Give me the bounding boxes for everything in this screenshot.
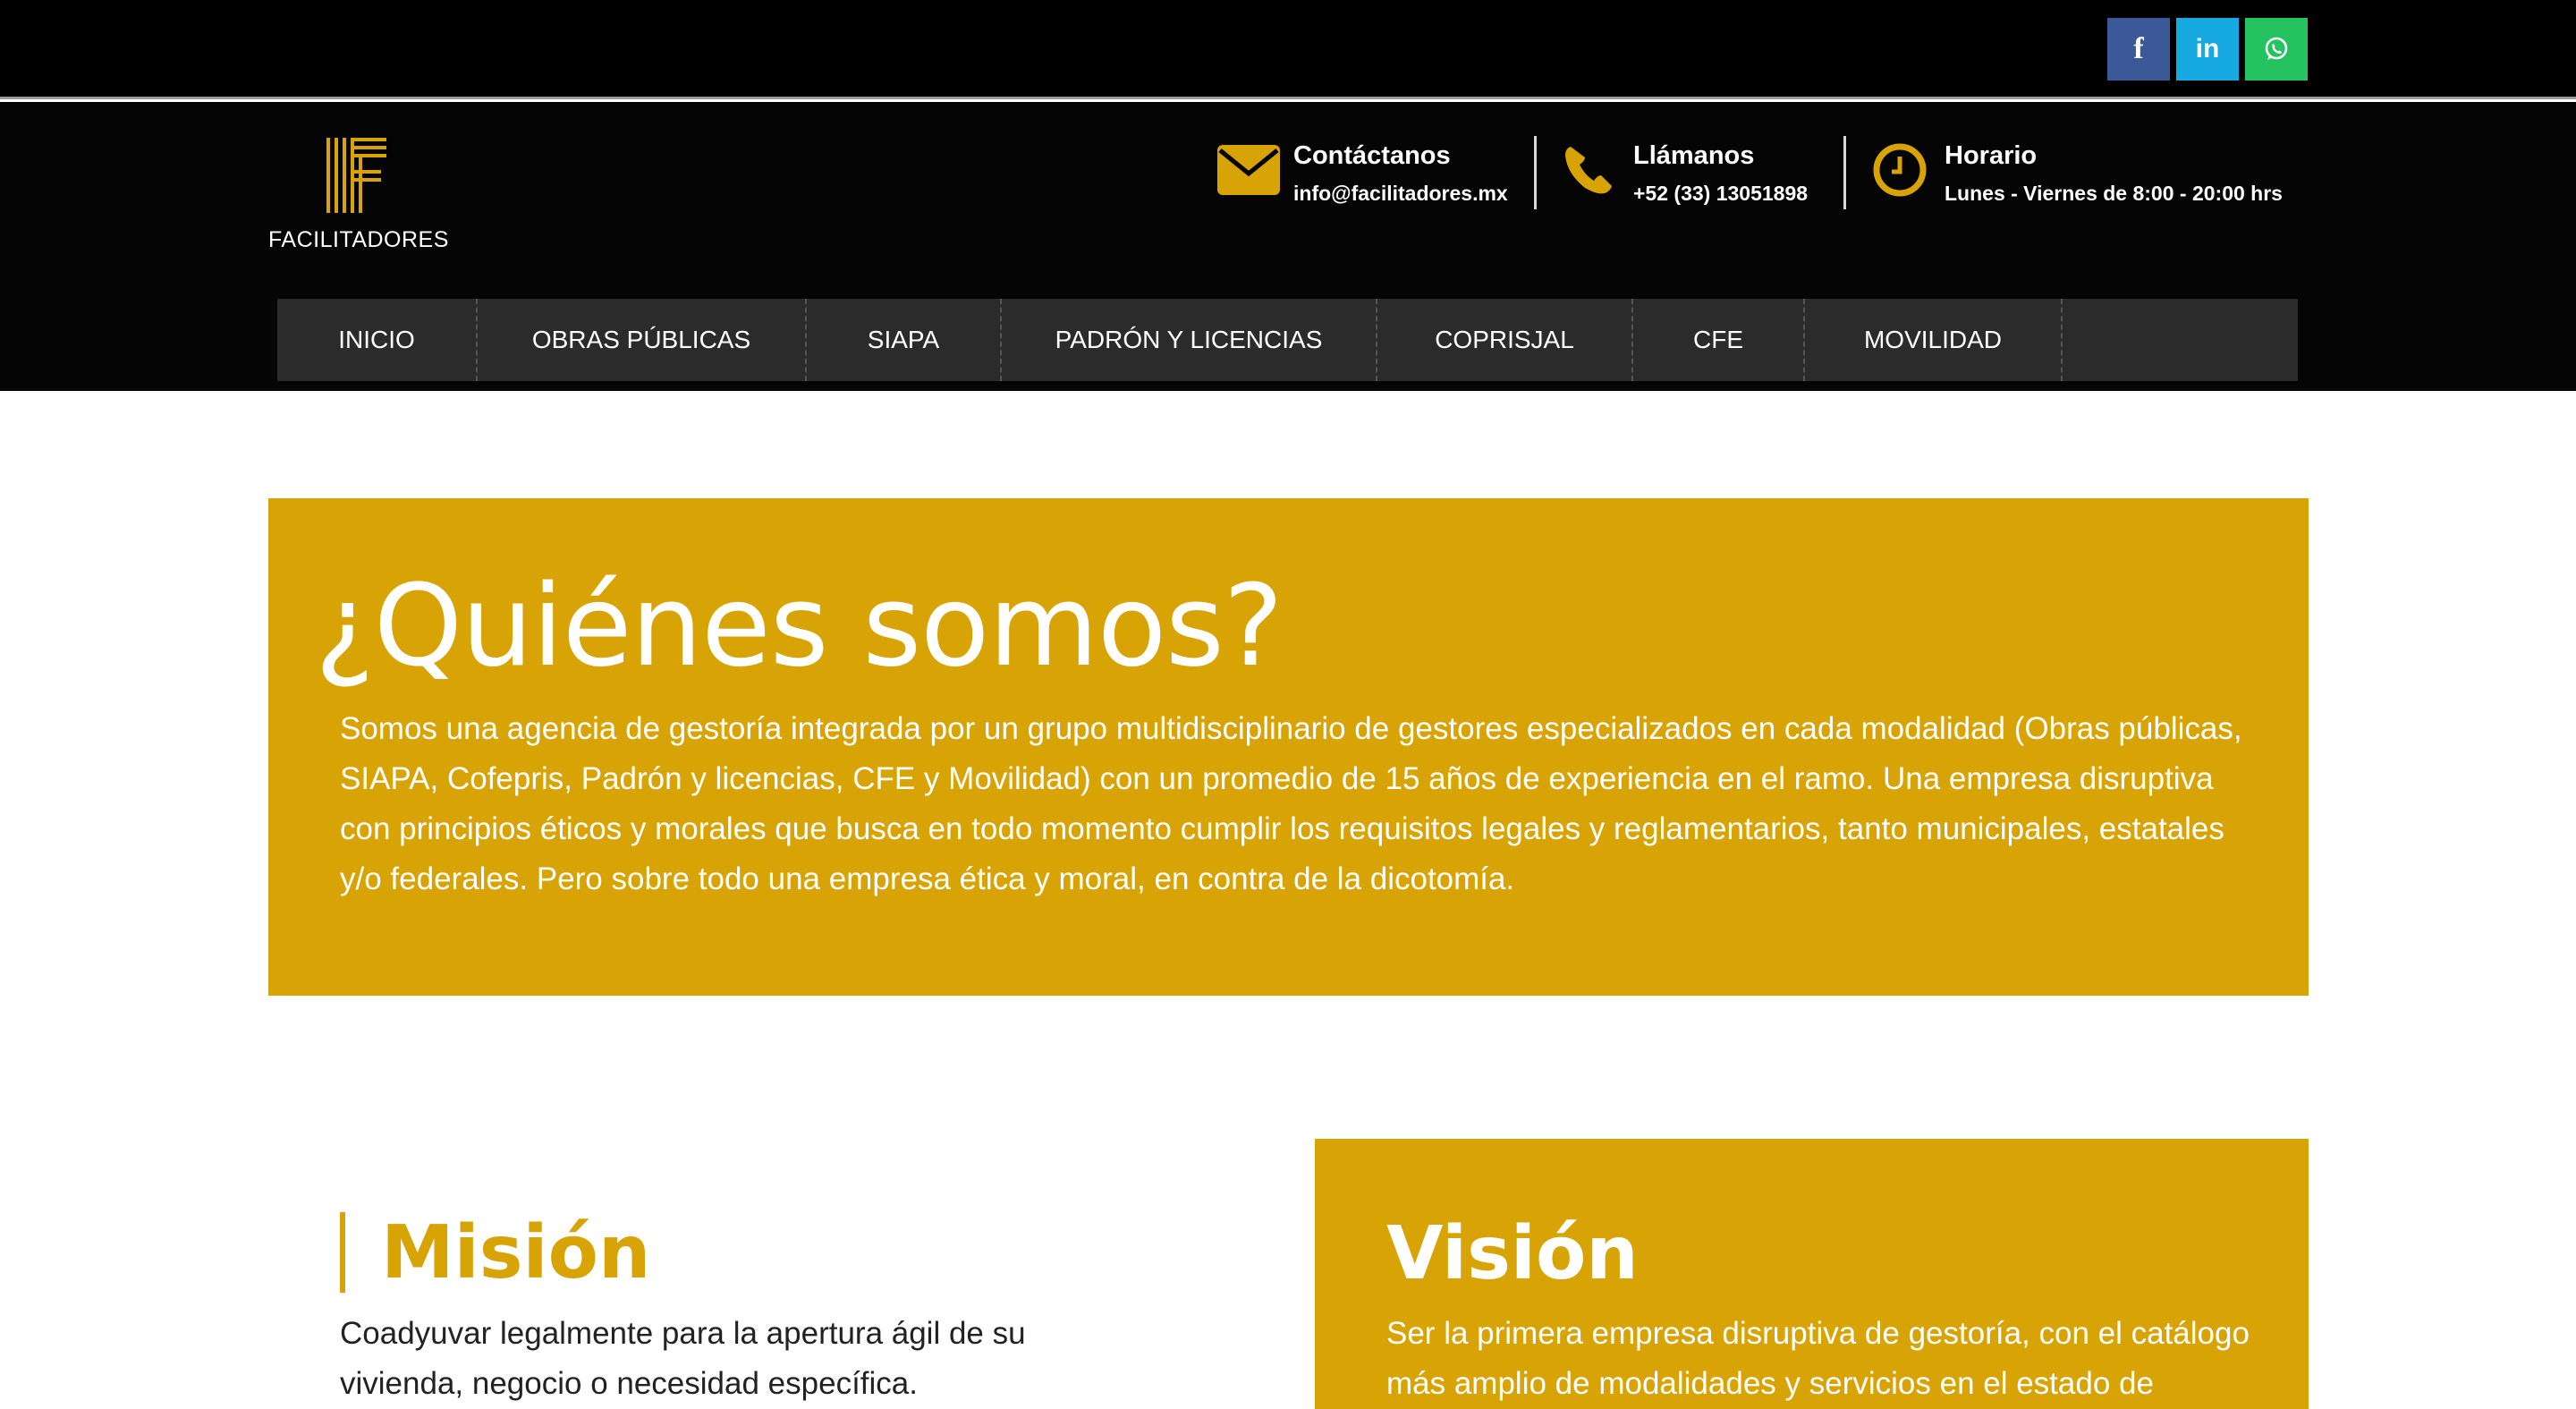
mission-accent-bar [340,1212,345,1293]
logo-text: FACILITADORES [268,227,449,252]
site-logo[interactable]: FACILITADORES [268,138,449,263]
contact-hours-title: Horario [1945,141,2038,170]
main-nav: INICIO OBRAS PÚBLICAS SIAPA PADRÓN Y LIC… [277,299,2298,381]
logo-mark-icon [326,138,386,213]
contact-email-title: Contáctanos [1293,141,1451,170]
contact-hours-value: Lunes - Viernes de 8:00 - 20:00 hrs [1945,182,2283,205]
divider [1534,136,1537,209]
mission-text: Coadyuvar legalmente para la apertura ág… [340,1316,1026,1401]
contact-phone-value[interactable]: +52 (33) 13051898 [1633,182,1808,206]
mission-title: Misión [381,1210,651,1295]
contact-email-value[interactable]: info@facilitadores.mx [1293,182,1508,206]
vision-section: Visión Ser la primera empresa disruptiva… [1315,1139,2309,1409]
linkedin-button[interactable]: in [2176,18,2239,81]
facebook-icon: f [2133,32,2144,65]
about-section: ¿Quiénes somos? Somos una agencia de ges… [268,498,2309,996]
linkedin-icon: in [2195,34,2220,64]
nav-item-siapa[interactable]: SIAPA [807,299,1002,381]
vision-title: Visión [1386,1211,1639,1296]
nav-item-obras-publicas[interactable]: OBRAS PÚBLICAS [478,299,807,381]
nav-item-inicio[interactable]: INICIO [277,299,478,381]
envelope-icon [1216,138,1281,202]
about-title: ¿Quiénes somos? [315,560,1284,692]
site-header: FACILITADORES Contáctanos info@facilitad… [0,102,2576,391]
contact-phone: Llámanos +52 (33) 13051898 [1556,138,1808,209]
phone-icon [1556,138,1621,202]
contact-email: Contáctanos info@facilitadores.mx [1216,138,1508,209]
nav-item-movilidad[interactable]: MOVILIDAD [1805,299,2063,381]
whatsapp-icon [2265,37,2288,60]
nav-item-cfe[interactable]: CFE [1633,299,1805,381]
contact-hours: Horario Lunes - Viernes de 8:00 - 20:00 … [1868,138,2283,209]
nav-item-coprisjal[interactable]: COPRISJAL [1377,299,1633,381]
vision-text: Ser la primera empresa disruptiva de ges… [1386,1316,2250,1401]
about-text: Somos una agencia de gestoría integrada … [340,711,2242,896]
contact-phone-title: Llámanos [1633,141,1755,170]
nav-item-padron-licencias[interactable]: PADRÓN Y LICENCIAS [1002,299,1377,381]
facebook-button[interactable]: f [2107,18,2170,81]
divider [1843,136,1846,209]
whatsapp-button[interactable] [2245,18,2308,81]
mission-section: Misión Coadyuvar legalmente para la aper… [340,1210,1145,1409]
top-bar: f in [0,0,2576,99]
clock-icon [1868,138,1932,202]
